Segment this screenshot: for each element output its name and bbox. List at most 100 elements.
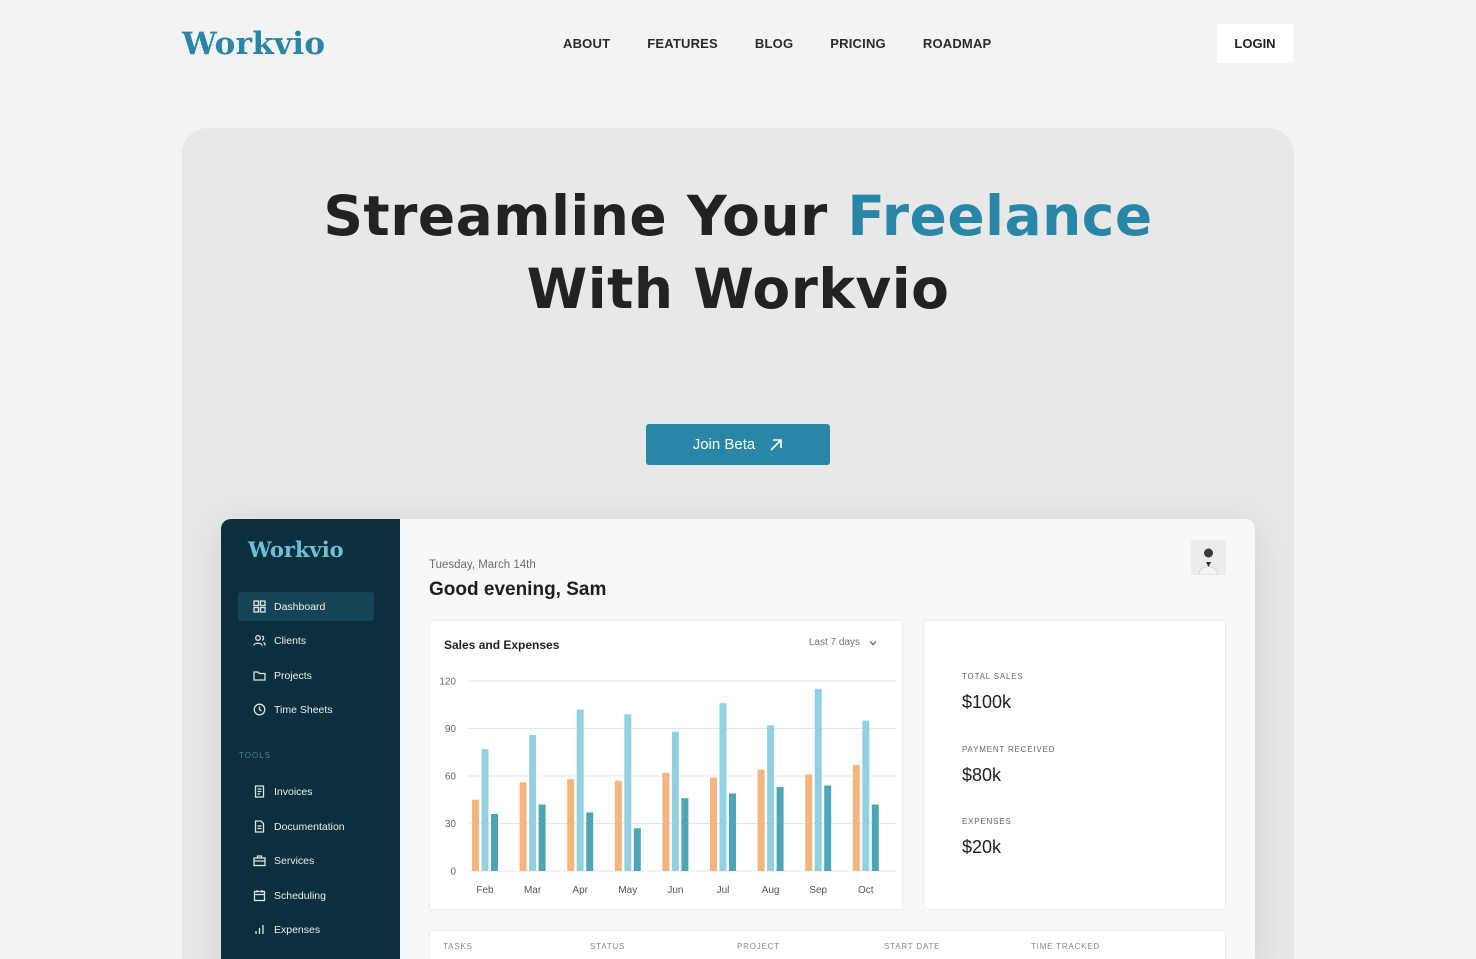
chart-bar [519, 782, 527, 871]
chart-bar [729, 793, 736, 871]
x-tick-label: Jul [717, 885, 730, 896]
invoice-icon [254, 785, 265, 798]
column-header-start-date[interactable]: START DATE [884, 942, 940, 951]
clock-icon [253, 703, 266, 716]
sidebar-item-label: Expenses [274, 923, 321, 936]
stat-label-expenses: EXPENSES [962, 817, 1012, 826]
sidebar-item-services[interactable]: Services [238, 846, 374, 875]
column-header-project[interactable]: PROJECT [737, 942, 780, 951]
sidebar-item-label: Clients [274, 634, 307, 647]
chart-bar [757, 769, 765, 871]
document-icon [254, 820, 265, 833]
y-tick-label: 120 [439, 677, 456, 688]
chart-bar [614, 780, 622, 871]
sidebar-item-label: Invoices [274, 785, 313, 798]
nav-blog[interactable]: BLOG [755, 36, 793, 51]
chart-bar [719, 703, 727, 871]
sidebar-item-invoices[interactable]: Invoices [238, 777, 374, 806]
sidebar-item-scheduling[interactable]: Scheduling [238, 881, 374, 910]
grid-icon [253, 600, 266, 613]
current-date: Tuesday, March 14th [429, 559, 536, 571]
sidebar-section-tools: TOOLS [239, 751, 271, 760]
calendar-icon [253, 890, 266, 902]
chart-bar [481, 749, 489, 871]
stat-label-payment-received: PAYMENT RECEIVED [962, 745, 1056, 754]
sidebar-item-label: Scheduling [274, 889, 326, 902]
chart-bar [529, 734, 537, 871]
nav-features[interactable]: FEATURES [647, 36, 718, 51]
app-sidebar: Workvio Dashboard Clients Projects Time … [221, 519, 400, 959]
chart-bar [871, 804, 879, 871]
tasks-table: TASKS STATUS PROJECT START DATE TIME TRA… [429, 930, 1226, 959]
column-header-time-tracked[interactable]: TIME TRACKED [1031, 942, 1100, 951]
x-tick-label: May [618, 885, 637, 896]
x-tick-label: Oct [858, 885, 874, 896]
sidebar-item-dashboard[interactable]: Dashboard [238, 592, 374, 621]
nav-pricing[interactable]: PRICING [830, 36, 886, 51]
chart-bar [671, 731, 679, 871]
chart-bar [852, 764, 860, 871]
column-header-tasks[interactable]: TASKS [443, 942, 473, 951]
app-logo: Workvio [248, 537, 344, 562]
dashboard-preview: Workvio Dashboard Clients Projects Time … [221, 519, 1255, 959]
chart-bar [472, 799, 479, 871]
y-tick-label: 30 [445, 819, 457, 830]
sidebar-item-expenses[interactable]: Expenses [238, 915, 374, 944]
hero-title-part1: Streamline Your [323, 184, 848, 248]
chart-bar [624, 714, 632, 871]
stats-card: TOTAL SALES $100k PAYMENT RECEIVED $80k … [923, 620, 1226, 910]
bar-chart-icon [255, 925, 264, 934]
greeting: Good evening, Sam [429, 579, 607, 600]
briefcase-icon [253, 855, 266, 867]
brand-logo[interactable]: Workvio [182, 26, 325, 62]
x-tick-label: Sep [809, 885, 827, 896]
users-icon [253, 635, 266, 646]
folder-icon [253, 671, 266, 681]
stat-label-total-sales: TOTAL SALES [962, 672, 1024, 681]
column-header-status[interactable]: STATUS [590, 942, 625, 951]
sidebar-item-documentation[interactable]: Documentation [238, 812, 374, 841]
x-tick-label: Mar [524, 885, 542, 896]
chart-bar [576, 709, 584, 871]
chart-bar [491, 814, 498, 871]
chart-bar [681, 798, 689, 871]
nav-roadmap[interactable]: ROADMAP [923, 36, 992, 51]
chart-bar [776, 787, 784, 871]
nav-about[interactable]: ABOUT [563, 36, 610, 51]
hero-title: Streamline Your Freelance With Workvio [182, 180, 1294, 326]
sidebar-item-label: Time Sheets [274, 703, 333, 716]
top-nav: ABOUT FEATURES BLOG PRICING ROADMAP [563, 36, 1028, 51]
sidebar-item-label: Dashboard [274, 600, 326, 613]
login-button[interactable]: LOGIN [1217, 24, 1293, 63]
stat-value-total-sales: $100k [962, 692, 1012, 712]
chart-bar [824, 785, 832, 871]
y-tick-label: 60 [445, 772, 457, 783]
sidebar-item-clients[interactable]: Clients [238, 626, 374, 655]
join-beta-button[interactable]: Join Beta [646, 424, 830, 465]
chart-bar [586, 812, 594, 871]
sidebar-item-label: Services [274, 854, 315, 867]
hero-title-accent: Freelance [847, 184, 1153, 248]
chart-bar [805, 774, 813, 871]
y-tick-label: 90 [445, 724, 457, 735]
stat-value-payment-received: $80k [962, 765, 1002, 785]
sales-expenses-card: Sales and Expenses Last 7 days 0 30 60 90 12… [429, 620, 903, 910]
y-tick-label: 0 [450, 867, 456, 878]
sidebar-item-time-sheets[interactable]: Time Sheets [238, 695, 374, 724]
chart-bar [662, 772, 670, 871]
sidebar-item-projects[interactable]: Projects [238, 661, 374, 690]
join-beta-label: Join Beta [692, 436, 756, 453]
x-tick-label: Apr [572, 885, 588, 896]
bar-chart: 0 30 60 90 120 Feb Mar Apr May Jun Jul Aug Sep Oct [439, 677, 896, 896]
stat-value-expenses: $20k [962, 837, 1002, 857]
chart-bar [710, 777, 717, 871]
chart-bar [567, 779, 575, 871]
chart-bar [862, 720, 870, 871]
x-tick-label: Aug [762, 885, 780, 896]
x-tick-label: Feb [476, 885, 494, 896]
sidebar-item-label: Projects [274, 669, 312, 682]
arrow-up-right-icon [770, 438, 783, 451]
hero-title-line2: With Workvio [526, 257, 950, 321]
app-main: Tuesday, March 14th Good evening, Sam Sa… [400, 519, 1255, 959]
avatar[interactable] [1191, 540, 1226, 575]
